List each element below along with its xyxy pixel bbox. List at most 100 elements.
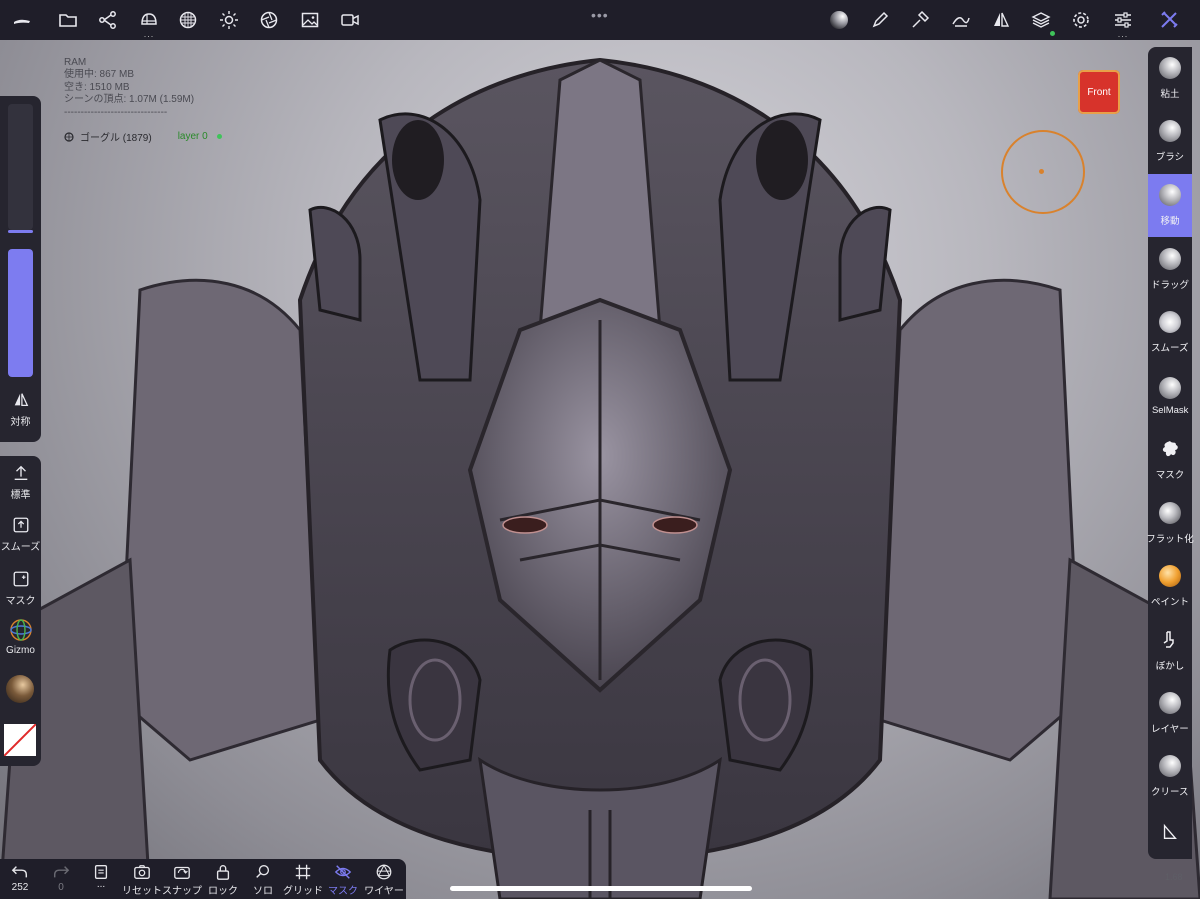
redo-count: 0 — [58, 882, 64, 893]
tool-move[interactable]: 移動 — [1148, 174, 1192, 237]
tool-drag[interactable]: ドラッグ — [1148, 238, 1192, 301]
material-sphere-icon[interactable] — [819, 0, 859, 40]
tool-clay[interactable]: 粘土 — [1148, 47, 1192, 110]
grid-button[interactable]: グリッド — [283, 859, 323, 899]
folder-icon[interactable] — [48, 0, 88, 40]
tool-label: ブラシ — [1155, 152, 1185, 163]
scene-graph-icon[interactable] — [88, 0, 128, 40]
mesh-icon — [64, 131, 74, 142]
mask-box-icon — [13, 571, 28, 587]
radius-slider-track[interactable] — [8, 104, 33, 230]
settings-icon[interactable] — [1061, 0, 1101, 40]
logo-icon[interactable] — [2, 0, 42, 40]
sliders-icon[interactable]: ... — [1103, 0, 1143, 40]
snap-camera-icon — [174, 866, 190, 879]
ram-label: RAM — [64, 57, 87, 68]
more-dots: ... — [96, 879, 106, 890]
eye-slash-icon — [334, 865, 352, 879]
symmetry-icon — [14, 393, 28, 407]
window-handle-dots[interactable]: ••• — [591, 7, 609, 23]
undo-button[interactable]: 252 — [0, 859, 40, 899]
snap-label: スナップ — [162, 886, 202, 897]
more-dots: ... — [143, 29, 155, 39]
active-mesh-row[interactable]: ゴーグル (1879) layer 0 — [64, 129, 222, 144]
tool-paint[interactable]: ペイント — [1148, 555, 1192, 618]
grid-label: グリッド — [283, 886, 323, 897]
smooth-label: スムーズ — [0, 542, 41, 553]
tool-label: クリース — [1151, 787, 1189, 798]
tool-selmask[interactable]: SelMask — [1148, 365, 1192, 428]
tool-label: ドラッグ — [1151, 280, 1189, 291]
mesh-name: ゴーグル (1879) — [80, 133, 152, 144]
tool-mask[interactable]: マスク — [1148, 428, 1192, 491]
snap-button[interactable]: スナップ — [162, 859, 202, 899]
more-tools-button[interactable] — [1148, 812, 1192, 852]
lock-label: ロック — [208, 886, 238, 897]
gizmo-label: Gizmo — [6, 645, 35, 656]
tool-label: ペイント — [1151, 597, 1189, 608]
version-label: 1.68 — [1165, 872, 1183, 882]
mask-visibility-button[interactable]: マスク — [323, 859, 363, 899]
standard-button[interactable]: 標準 — [0, 464, 41, 501]
history-button[interactable]: ... — [88, 859, 114, 899]
solo-button[interactable]: ソロ — [243, 859, 283, 899]
reset-button[interactable]: リセット — [122, 859, 162, 899]
tool-layer[interactable]: レイヤー — [1148, 682, 1192, 745]
tool-label: レイヤー — [1151, 724, 1189, 735]
color-swatch[interactable] — [4, 724, 36, 756]
pen-icon[interactable] — [860, 0, 900, 40]
mesh-icon[interactable] — [168, 0, 208, 40]
tool-smudge[interactable]: ぼかし — [1148, 619, 1192, 682]
wireframe-label: ワイヤー — [364, 886, 404, 897]
ram-free: 空き: 1510 MB — [64, 81, 130, 93]
layer-name: layer 0 — [177, 131, 208, 142]
tool-flatten[interactable]: フラット化 — [1146, 492, 1194, 555]
tool-brush[interactable]: ブラシ — [1148, 110, 1192, 173]
intensity-slider[interactable] — [8, 249, 33, 377]
arrow-up-icon — [14, 465, 27, 480]
search-icon — [256, 865, 270, 878]
redo-button[interactable]: 0 — [41, 859, 81, 899]
layer-status-dot — [216, 134, 222, 139]
tool-label: 粘土 — [1160, 89, 1180, 100]
tool-label: 移動 — [1160, 216, 1180, 227]
layers-status-dot — [1050, 31, 1055, 36]
light-icon[interactable] — [209, 0, 249, 40]
image-icon[interactable] — [290, 0, 330, 40]
gizmo-button[interactable]: Gizmo — [0, 618, 41, 656]
topology-icon[interactable]: ... — [129, 0, 169, 40]
brush-sphere-icon — [1159, 120, 1181, 142]
camera-shading-icon[interactable] — [249, 0, 289, 40]
stroke-icon[interactable] — [941, 0, 981, 40]
smudge-icon — [1163, 631, 1174, 648]
tool-smooth[interactable]: スムーズ — [1148, 301, 1192, 364]
crease-sphere-icon — [1159, 755, 1181, 777]
wireframe-button[interactable]: ワイヤー — [364, 859, 404, 899]
symmetry-icon[interactable] — [981, 0, 1021, 40]
tools-icon[interactable] — [1149, 0, 1189, 40]
layers-icon[interactable] — [1021, 0, 1061, 40]
smooth-box-icon — [13, 517, 28, 533]
redo-icon — [53, 866, 70, 878]
view-cube[interactable]: Front — [1078, 70, 1120, 114]
tool-label: SelMask — [1151, 405, 1189, 416]
matcap-sphere-icon[interactable] — [6, 675, 34, 703]
drag-sphere-icon — [1159, 248, 1181, 270]
move-sphere-icon — [1159, 184, 1181, 206]
radius-slider-handle[interactable] — [8, 230, 33, 233]
video-icon[interactable] — [330, 0, 370, 40]
lock-button[interactable]: ロック — [203, 859, 243, 899]
info-separator: ------------------------------- — [64, 106, 168, 118]
home-indicator[interactable] — [450, 886, 752, 891]
symmetry-label: 対称 — [10, 417, 31, 428]
solo-label: ソロ — [253, 886, 273, 897]
clay-sphere-icon — [1159, 57, 1181, 79]
tool-label: マスク — [1155, 470, 1185, 481]
more-dots: ... — [1117, 29, 1129, 39]
selmask-sphere-icon — [1159, 377, 1181, 399]
symmetry-button[interactable]: 対称 — [0, 391, 41, 428]
tool-crease[interactable]: クリース — [1148, 745, 1192, 808]
mask-button[interactable]: マスク — [0, 570, 41, 607]
hammer-icon[interactable] — [900, 0, 940, 40]
smooth-button[interactable]: スムーズ — [0, 516, 41, 553]
